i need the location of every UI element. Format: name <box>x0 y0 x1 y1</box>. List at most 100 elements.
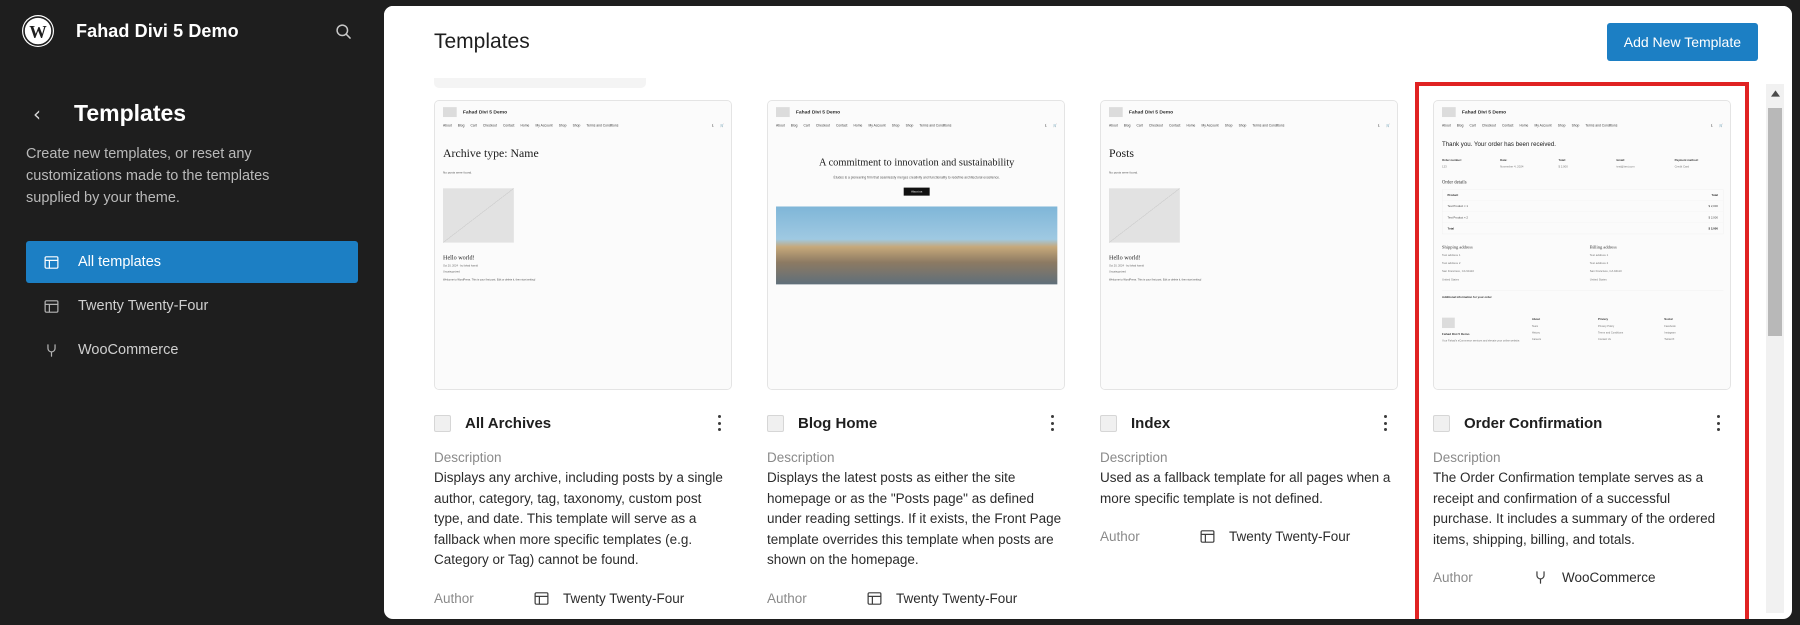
description-label: Description <box>434 450 502 465</box>
template-card[interactable]: Fahad Divi 5 Demo About Blog Cart Checko… <box>434 100 732 608</box>
template-title: Index <box>1131 414 1171 432</box>
author-label: Author <box>434 590 474 606</box>
preview-site-logo <box>1109 107 1123 118</box>
summary-key: Email: <box>1616 158 1625 162</box>
preview-nav-item: Shop <box>1238 123 1247 128</box>
preview-nav-item: Blog <box>790 123 798 128</box>
table-row: Test Product × 2 $ 2,000 <box>1442 212 1724 224</box>
footer-column: Social Facebook Instagram Twitter/X <box>1664 318 1723 344</box>
preview-nav-item: Contact <box>503 123 515 128</box>
preview-nav-item: About <box>1109 123 1118 128</box>
preview-topbar: Fahad Divi 5 Demo <box>443 107 724 118</box>
add-new-template-button[interactable]: Add New Template <box>1606 23 1758 61</box>
preview-mini-site: Fahad Divi 5 Demo About Blog Cart Checko… <box>1101 101 1397 389</box>
card-title-row: Blog Home <box>767 410 1065 436</box>
more-options-icon[interactable] <box>1707 410 1729 436</box>
template-description: Displays the latest posts as either the … <box>767 470 1062 568</box>
preview-nav-item: Home <box>520 123 530 128</box>
template-preview-thumbnail[interactable]: Fahad Divi 5 Demo About Blog Cart Checko… <box>767 100 1065 390</box>
template-preview-thumbnail[interactable]: Fahad Divi 5 Demo About Blog Cart Checko… <box>434 100 732 390</box>
footer-column-head: Social <box>1664 317 1673 321</box>
author-row: Author Twenty Twenty-Four <box>1100 527 1398 546</box>
template-card-highlighted[interactable]: Fahad Divi 5 Demo About Blog Cart Checko… <box>1415 82 1749 619</box>
card-title-row: All Archives <box>434 410 732 436</box>
preview-order-summary: Order number: 123 Date: November 4, 2024… <box>1442 159 1723 168</box>
preview-mini-site: Fahad Divi 5 Demo About Blog Cart Checko… <box>435 101 731 389</box>
cart-icon: 🛒 <box>1053 123 1058 127</box>
address-line: San Francisco, CA 94110 <box>1589 269 1622 273</box>
preview-post-category: Uncategorized <box>1109 270 1126 274</box>
template-checkbox[interactable] <box>434 414 451 432</box>
cell-total: $ 2,000 <box>1708 204 1718 208</box>
template-icon <box>865 589 884 608</box>
sidebar-item-twenty-twenty-four[interactable]: Twenty Twenty-Four <box>26 285 358 327</box>
footer-brand: Fahad Divi 5 Demo Your Fahad's eCommerce… <box>1442 317 1525 344</box>
summary-key: Payment method: <box>1674 158 1699 162</box>
sidebar-item-all-templates[interactable]: All templates <box>26 241 358 284</box>
template-icon <box>1198 527 1217 546</box>
cell-total-value: $ 2,000 <box>1708 226 1718 231</box>
plugin-plug-icon <box>1531 568 1550 587</box>
column-header-total: Total <box>1711 193 1718 197</box>
preview-nav-item: Cart <box>470 123 477 128</box>
template-title: All Archives <box>465 414 552 432</box>
scrollbar-thumb[interactable] <box>1768 108 1782 336</box>
cell-product: Test Product × 1 <box>1447 204 1468 208</box>
wordpress-logo-icon[interactable]: W <box>22 15 54 47</box>
scroll-up-arrow-icon[interactable] <box>1766 84 1784 102</box>
footer-link: Team <box>1531 324 1539 328</box>
preview-mini-site: Fahad Divi 5 Demo About Blog Cart Checko… <box>1434 101 1730 389</box>
preview-nav-item: Checkout <box>815 123 830 128</box>
preview-footer: Fahad Divi 5 Demo Your Fahad's eCommerce… <box>1442 317 1723 344</box>
template-checkbox[interactable] <box>1100 414 1117 432</box>
search-icon[interactable] <box>328 16 358 46</box>
preview-site-name: Fahad Divi 5 Demo <box>1128 109 1174 115</box>
template-checkbox[interactable] <box>767 414 784 432</box>
sidebar-description: Create new templates, or reset any custo… <box>26 146 270 207</box>
summary-item: Order number: 123 <box>1442 159 1491 168</box>
account-icon: ⚸ <box>1377 123 1381 127</box>
preview-nav-item: Shop <box>891 123 900 128</box>
template-preview-thumbnail[interactable]: Fahad Divi 5 Demo About Blog Cart Checko… <box>1433 100 1731 390</box>
preview-nav-item: Terms and Conditions <box>919 123 952 128</box>
summary-key: Order number: <box>1442 158 1462 162</box>
shipping-address-title: Shipping address <box>1442 244 1473 250</box>
footer-site-name: Fahad Divi 5 Demo <box>1442 332 1470 336</box>
more-options-icon[interactable] <box>708 410 730 436</box>
preview-nav-item: About <box>443 123 452 128</box>
author-name: Twenty Twenty-Four <box>1229 529 1351 545</box>
back-chevron-icon[interactable]: ‹ <box>24 101 50 127</box>
template-card[interactable]: Fahad Divi 5 Demo About Blog Cart Checko… <box>767 100 1065 608</box>
address-line: Test address 2 <box>1589 261 1609 265</box>
preview-nav-item: Home <box>1186 123 1196 128</box>
template-checkbox[interactable] <box>1433 414 1450 432</box>
template-card[interactable]: Fahad Divi 5 Demo About Blog Cart Checko… <box>1100 100 1398 608</box>
sidebar-item-label: All templates <box>78 254 162 271</box>
more-options-icon[interactable] <box>1374 410 1396 436</box>
preview-nav-item: Cart <box>803 123 810 128</box>
summary-item: Date: November 4, 2024 <box>1500 159 1549 168</box>
template-icon <box>40 251 62 273</box>
preview-site-logo <box>776 107 790 118</box>
preview-post-title: Hello world! <box>1109 253 1141 261</box>
address-line: San Francisco, CA 94110 <box>1442 269 1474 273</box>
sidebar-item-woocommerce[interactable]: WooCommerce <box>26 329 358 371</box>
account-icon: ⚸ <box>1044 123 1048 127</box>
preview-note: No posts were found. <box>1109 170 1139 175</box>
vertical-scrollbar[interactable] <box>1766 84 1784 613</box>
summary-value: test@test.com <box>1616 164 1635 169</box>
address-line: Test address 1 <box>1442 253 1461 257</box>
summary-item: Email: test@test.com <box>1616 159 1665 168</box>
cart-icon: 🛒 <box>1719 123 1724 127</box>
template-preview-thumbnail[interactable]: Fahad Divi 5 Demo About Blog Cart Checko… <box>1100 100 1398 390</box>
template-title: Blog Home <box>798 414 878 432</box>
templates-scroll-area[interactable]: Fahad Divi 5 Demo About Blog Cart Checko… <box>384 78 1792 619</box>
more-options-icon[interactable] <box>1041 410 1063 436</box>
preview-nav-item: Terms and Conditions <box>586 123 619 128</box>
author-label: Author <box>1100 529 1140 545</box>
preview-nav-item: Shop <box>1557 123 1566 128</box>
preview-order-table: Product Total Test Product × 1 $ 2,000 T… <box>1442 189 1724 235</box>
footer-column: About Team History Careers <box>1532 318 1591 344</box>
description-label: Description <box>1100 450 1168 465</box>
main-canvas: Templates Add New Template Fahad Divi 5 … <box>384 6 1792 619</box>
